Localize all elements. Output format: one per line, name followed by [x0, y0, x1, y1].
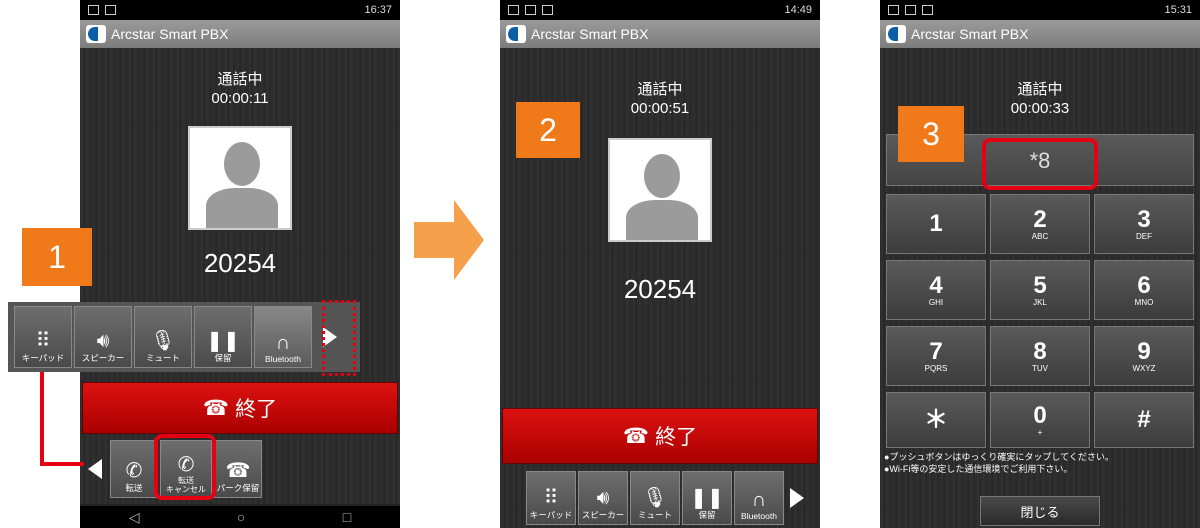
bluetooth-button[interactable]: ∩ Bluetooth	[254, 306, 312, 368]
app-title: Arcstar Smart PBX	[111, 26, 229, 42]
connector-line	[40, 462, 84, 466]
mute-icon: 🎙︎	[150, 330, 176, 352]
app-logo-icon	[506, 25, 526, 43]
speaker-button[interactable]: 🔊︎ スピーカー	[578, 471, 628, 525]
connector-line	[40, 372, 44, 466]
next-page-highlight	[322, 300, 356, 376]
key-6[interactable]: 6 MNO	[1094, 260, 1194, 320]
bluetooth-button[interactable]: ∩ Bluetooth	[734, 471, 784, 525]
keypad-icon: ⠿	[35, 330, 51, 352]
step-badge-3: 3	[898, 106, 964, 162]
status-bar: 16:37	[80, 0, 400, 20]
app-logo-icon	[86, 25, 106, 43]
app-title: Arcstar Smart PBX	[911, 26, 1029, 42]
end-call-button[interactable]: ☎︎ 終了	[502, 408, 818, 464]
step-badge-1: 1	[22, 228, 92, 286]
notification-icon	[888, 5, 899, 15]
call-controls: ⠿ キーパッド 🔊︎ スピーカー 🎙︎ ミュート ❚❚ 保留 ∩ Bluetoo…	[526, 470, 820, 526]
app-logo-icon	[886, 25, 906, 43]
notification-icon	[542, 5, 553, 15]
avatar	[188, 126, 292, 230]
hold-icon: ❚❚	[690, 487, 724, 509]
key-8[interactable]: 8 TUV	[990, 326, 1090, 386]
end-call-button[interactable]: ☎︎ 終了	[82, 382, 398, 434]
status-time: 14:49	[784, 4, 812, 16]
call-status-text: 通話中	[217, 71, 263, 88]
cancel-transfer-highlight	[154, 434, 216, 500]
app-titlebar: Arcstar Smart PBX	[80, 20, 400, 48]
transfer-icon: ✆	[125, 460, 143, 482]
status-bar: 15:31	[880, 0, 1200, 20]
key-hash[interactable]: #	[1094, 392, 1194, 448]
hangup-icon: ☎︎	[622, 424, 650, 448]
headphones-icon: ∩	[751, 489, 767, 511]
notification-icon	[922, 5, 933, 15]
step-badge-2: 2	[516, 102, 580, 158]
transfer-controls: ✆ 転送 ✆ 転送 キャンセル ☎︎ パーク保留	[82, 436, 398, 502]
key-3[interactable]: 3 DEF	[1094, 194, 1194, 254]
close-keypad-button[interactable]: 閉じる	[980, 496, 1100, 526]
notification-icon	[525, 5, 536, 15]
mute-button[interactable]: 🎙︎ ミュート	[630, 471, 680, 525]
key-star[interactable]: ＊	[886, 392, 986, 448]
transfer-button[interactable]: ✆ 転送	[110, 440, 158, 498]
speaker-icon: 🔊︎	[96, 330, 110, 352]
status-time: 16:37	[364, 4, 392, 16]
status-bar: 14:49	[500, 0, 820, 20]
app-title: Arcstar Smart PBX	[531, 26, 649, 42]
call-status-text: 通話中	[1017, 81, 1063, 98]
hangup-icon: ☎︎	[202, 396, 230, 420]
key-4[interactable]: 4 GHI	[886, 260, 986, 320]
hold-button[interactable]: ❚❚ 保留	[682, 471, 732, 525]
key-0[interactable]: 0 +	[990, 392, 1090, 448]
hold-icon: ❚❚	[206, 330, 240, 352]
keypad-note: ●Wi-Fi等の安定した通信環境でご利用下さい。	[884, 464, 1073, 474]
keypad-icon: ⠿	[543, 487, 559, 509]
status-time: 15:31	[1164, 4, 1192, 16]
key-5[interactable]: 5 JKL	[990, 260, 1090, 320]
flow-arrow-icon	[414, 200, 484, 280]
notification-icon	[88, 5, 99, 15]
call-duration: 00:00:11	[211, 90, 269, 107]
keypad-button[interactable]: ⠿ キーパッド	[526, 471, 576, 525]
key-7[interactable]: 7 PQRS	[886, 326, 986, 386]
app-titlebar: Arcstar Smart PBX	[880, 20, 1200, 48]
key-2[interactable]: 2 ABC	[990, 194, 1090, 254]
screen-3: 15:31 Arcstar Smart PBX 通話中 00:00:33 *8 …	[880, 0, 1200, 528]
park-hold-button[interactable]: ☎︎ パーク保留	[214, 440, 262, 498]
notification-icon	[905, 5, 916, 15]
recents-nav-icon[interactable]: □	[343, 509, 351, 525]
headphones-icon: ∩	[275, 332, 291, 354]
mute-icon: 🎙︎	[642, 487, 668, 509]
chevron-left-icon[interactable]	[88, 459, 102, 479]
app-titlebar: Arcstar Smart PBX	[500, 20, 820, 48]
keypad-button[interactable]: ⠿ キーパッド	[14, 306, 72, 368]
avatar	[608, 138, 712, 242]
notification-icon	[105, 5, 116, 15]
park-hold-icon: ☎︎	[225, 460, 251, 482]
screen-2: 14:49 Arcstar Smart PBX 通話中 00:00:51 202…	[500, 0, 820, 528]
caller-number: 20254	[623, 274, 697, 304]
back-nav-icon[interactable]: ◁	[129, 509, 140, 526]
home-nav-icon[interactable]: ○	[237, 509, 245, 525]
speaker-button[interactable]: 🔊︎ スピーカー	[74, 306, 132, 368]
caller-number: 20254	[203, 248, 277, 278]
keypad-note: ●プッシュボタンはゆっくり確実にタップしてください。	[884, 452, 1114, 462]
speaker-icon: 🔊︎	[596, 487, 610, 509]
notification-icon	[508, 5, 519, 15]
dial-input-highlight	[982, 138, 1098, 190]
mute-button[interactable]: 🎙︎ ミュート	[134, 306, 192, 368]
key-9[interactable]: 9 WXYZ	[1094, 326, 1194, 386]
hold-button[interactable]: ❚❚ 保留	[194, 306, 252, 368]
call-controls: ⠿ キーパッド 🔊︎ スピーカー 🎙︎ ミュート ❚❚ 保留 ∩ Bluetoo…	[8, 302, 360, 372]
call-status-text: 通話中	[637, 81, 683, 98]
system-nav-bar: ◁ ○ □	[80, 506, 400, 528]
chevron-right-icon[interactable]	[790, 488, 804, 508]
key-1[interactable]: 1	[886, 194, 986, 254]
call-status: 通話中 00:00:11	[80, 70, 400, 108]
